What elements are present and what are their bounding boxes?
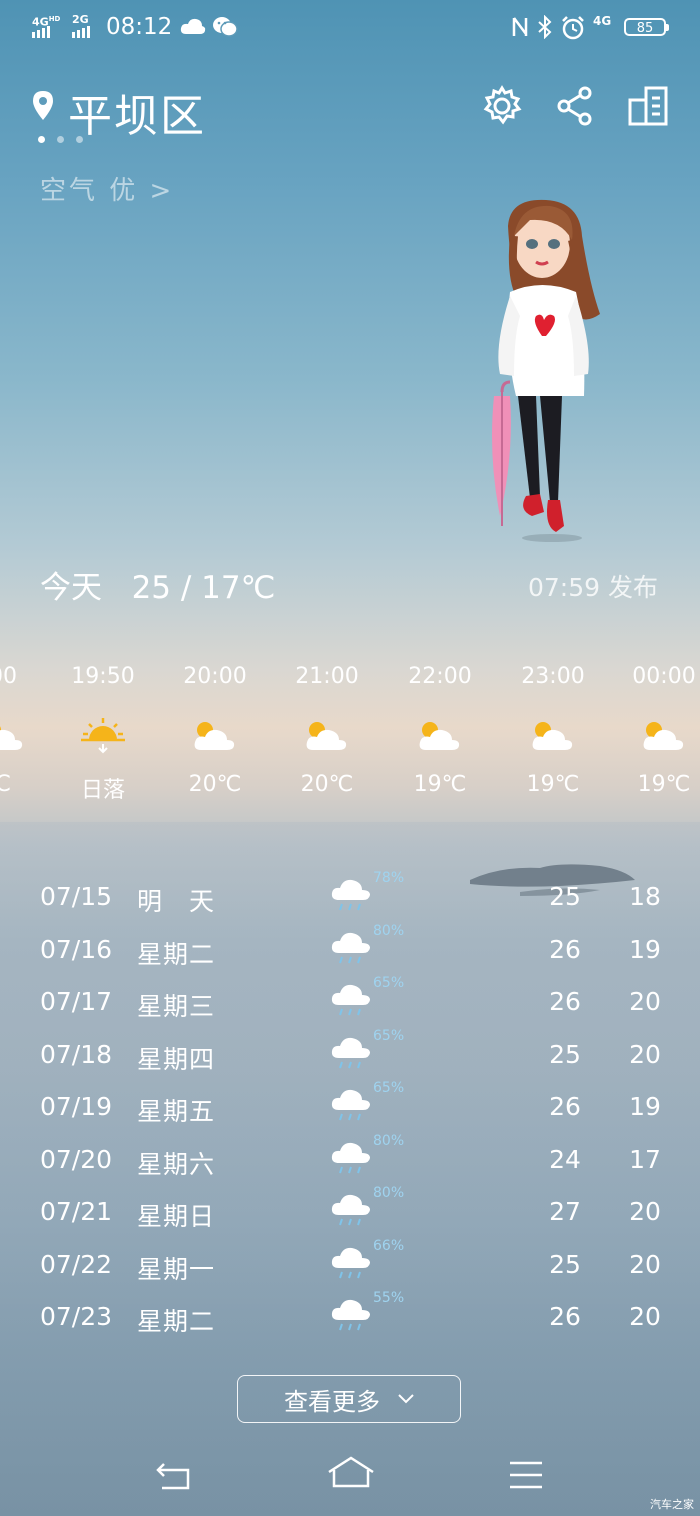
daily-row: 07/23 星期二 55% 26 20 (0, 1290, 700, 1354)
daily-weekday: 明 天 (137, 887, 216, 916)
daily-precip-probability: 80% (373, 922, 405, 939)
rain-cloud-icon (331, 1194, 370, 1226)
home-icon[interactable] (326, 1456, 376, 1490)
network-indicator-2: 2G (72, 13, 89, 26)
nfc-icon (512, 17, 528, 36)
daily-precip-probability: 78% (373, 870, 405, 886)
hourly-item: 00:00 19℃ (632, 664, 696, 797)
publish-time: 07:59 发布 (528, 573, 658, 602)
cloud-icon (180, 18, 206, 34)
daily-high-temp: 25 (549, 882, 581, 911)
location-title[interactable]: 平坝区 (68, 80, 206, 144)
city-list-icon[interactable] (628, 86, 670, 126)
hourly-item: 20:00 20℃ (183, 664, 247, 797)
daily-date: 07/16 (40, 934, 113, 964)
hourly-item: 22:00 19℃ (408, 664, 472, 797)
hourly-forecast[interactable]: 00 C 19:50 日落 20:00 20℃ 21:00 20℃ 22:00 … (0, 664, 700, 814)
daily-low-temp: 20 (629, 1302, 661, 1331)
daily-precip-probability: 66% (373, 1237, 405, 1254)
daily-weekday: 星期六 (137, 1149, 216, 1179)
today-summary: 今天 25 / 17℃ (40, 570, 276, 606)
system-navigation-bar (0, 1440, 700, 1510)
daily-low-temp: 17 (629, 1144, 661, 1174)
partly-cloudy-icon (532, 722, 573, 750)
rain-cloud-icon (331, 1142, 370, 1173)
daily-high-temp: 26 (549, 1092, 581, 1121)
daily-date: 07/21 (40, 1197, 113, 1226)
rain-cloud-icon (331, 1089, 370, 1121)
daily-precip-probability: 65% (373, 1027, 405, 1044)
daily-weekday: 星期五 (137, 1097, 216, 1126)
rain-cloud-icon (331, 1037, 370, 1068)
daily-high-temp: 25 (549, 1039, 581, 1069)
share-icon[interactable] (556, 86, 594, 126)
hourly-item-sunset: 19:50 日落 (71, 664, 135, 803)
bluetooth-icon (538, 15, 552, 39)
daily-precip-probability: 65% (373, 1080, 405, 1096)
daily-precip-probability: 80% (373, 1132, 405, 1149)
status-bar: 4GHD 2G 08:12 4G 85 (0, 0, 700, 56)
daily-date: 07/18 (40, 1039, 113, 1069)
clock: 08:12 (106, 14, 173, 40)
partly-cloudy-icon (419, 722, 460, 750)
daily-weekday: 星期二 (137, 1307, 216, 1336)
watermark-text: 汽车之家 (650, 1498, 694, 1511)
partly-cloudy-icon (0, 726, 23, 750)
daily-date: 07/22 (40, 1249, 113, 1279)
settings-gear-icon[interactable] (481, 85, 523, 127)
daily-weekday: 星期四 (137, 1044, 216, 1074)
daily-precip-probability: 55% (373, 1290, 405, 1306)
daily-low-temp: 18 (629, 882, 661, 911)
daily-low-temp: 20 (629, 1249, 661, 1279)
view-more-button[interactable]: 查看更多 (237, 1375, 461, 1423)
battery-indicator: 85 (624, 18, 669, 36)
daily-weekday: 星期三 (137, 992, 216, 1021)
partly-cloudy-icon (306, 722, 347, 750)
chevron-right-icon: > (149, 176, 175, 206)
wechat-icon (213, 17, 238, 37)
daily-precip-probability: 65% (373, 975, 405, 991)
rain-cloud-icon (331, 984, 370, 1016)
daily-date: 07/23 (40, 1302, 113, 1331)
daily-low-temp: 19 (629, 1092, 661, 1121)
menu-icon[interactable] (508, 1460, 544, 1490)
daily-weekday: 星期一 (137, 1254, 216, 1284)
rain-cloud-icon (331, 1247, 370, 1278)
signal-icon (32, 26, 50, 38)
daily-high-temp: 26 (549, 934, 581, 964)
chevron-down-icon (398, 1394, 414, 1404)
partly-cloudy-icon (194, 722, 235, 750)
daily-weekday: 星期二 (137, 939, 216, 969)
cartoon-character-illustration (492, 199, 600, 542)
daily-low-temp: 19 (629, 934, 661, 964)
daily-weekday: 星期日 (137, 1202, 216, 1231)
daily-low-temp: 20 (629, 1197, 661, 1226)
daily-high-temp: 25 (549, 1249, 581, 1279)
sunset-icon (81, 718, 125, 754)
location-pin-icon (33, 91, 53, 120)
daily-date: 07/17 (40, 987, 113, 1016)
daily-date: 07/19 (40, 1092, 113, 1121)
daily-precip-probability: 80% (373, 1185, 405, 1201)
daily-high-temp: 26 (549, 1302, 581, 1331)
rain-cloud-icon (331, 932, 370, 963)
partly-cloudy-icon (643, 722, 684, 750)
rain-cloud-icon (331, 879, 370, 911)
daily-date: 07/20 (40, 1144, 113, 1174)
hourly-item: 21:00 20℃ (295, 664, 359, 797)
air-quality-link[interactable]: 空气 优 > (40, 170, 174, 207)
daily-high-temp: 24 (549, 1144, 581, 1174)
back-icon[interactable] (156, 1458, 194, 1490)
network-indicator-3: 4G (593, 14, 612, 28)
daily-low-temp: 20 (629, 1039, 661, 1069)
rain-cloud-icon (331, 1299, 370, 1331)
daily-high-temp: 27 (549, 1197, 581, 1226)
alarm-icon (562, 16, 584, 40)
hourly-item: 23:00 19℃ (521, 664, 585, 797)
daily-high-temp: 26 (549, 987, 581, 1016)
daily-date: 07/15 (40, 882, 113, 911)
daily-low-temp: 20 (629, 987, 661, 1016)
signal-icon (72, 26, 90, 38)
page-indicator (38, 136, 83, 143)
